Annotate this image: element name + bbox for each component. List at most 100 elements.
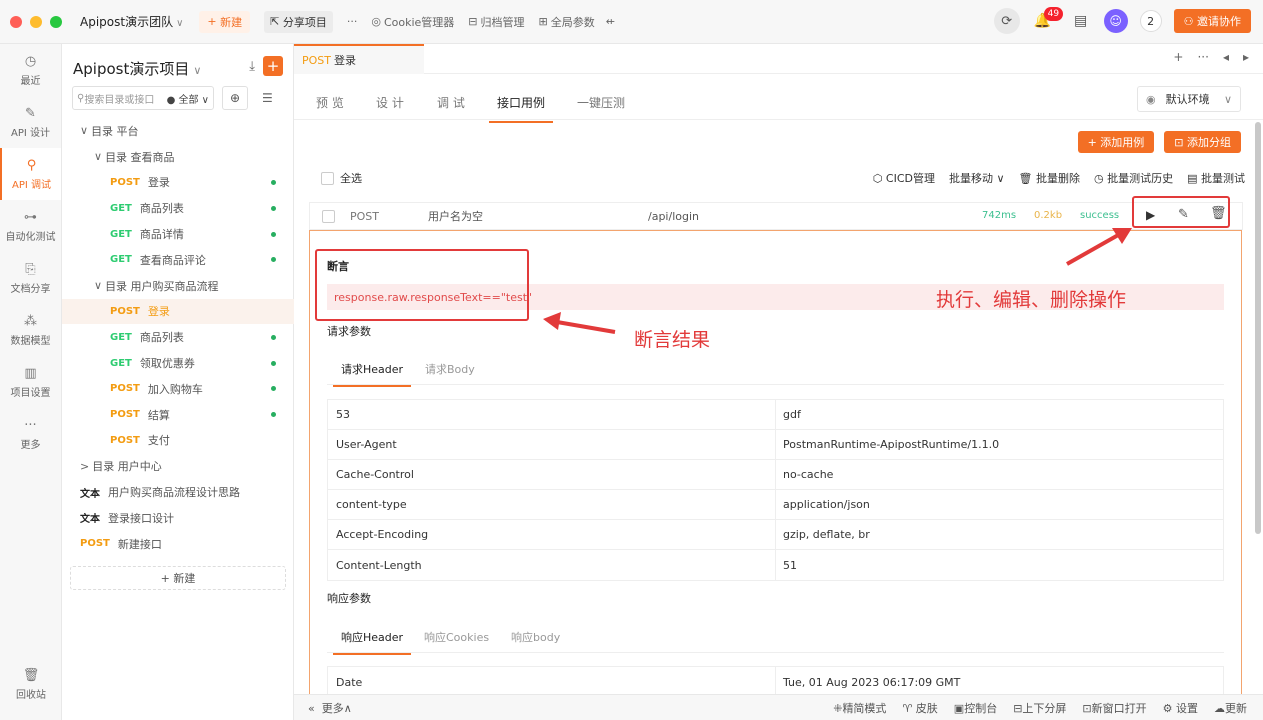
nav-api-design[interactable]: ✎ API 设计 (0, 96, 61, 148)
tab-stress-test[interactable]: 一键压测 (577, 94, 625, 111)
tree-row[interactable]: POST 加入购物车 (62, 376, 294, 402)
status-more-button[interactable]: « 更多∧ (308, 700, 352, 716)
tab-response-header[interactable]: 响应Header (332, 629, 412, 655)
chevron-down-icon: ∨ (1223, 92, 1232, 106)
add-case-button[interactable]: + 添加用例 (1077, 131, 1155, 153)
split-button[interactable]: ⊟上下分屏 (1013, 700, 1066, 716)
tree-row[interactable]: GET 查看商品评论 (62, 247, 294, 273)
more-menu-button[interactable]: ··· (347, 15, 358, 28)
nav-data-model[interactable]: ⁂ 数据模型 (0, 304, 61, 356)
member-count[interactable]: 2 (1139, 10, 1162, 32)
tree-row[interactable]: GET 商品列表 (62, 324, 294, 350)
batch-delete-button[interactable]: 🗑 批量删除 (1019, 170, 1080, 186)
main-scrollbar[interactable] (1255, 122, 1261, 534)
team-selector[interactable]: Apipost演示团队 ∨ (80, 13, 183, 30)
new-window-button[interactable]: ⊡新窗口打开 (1082, 700, 1146, 716)
chevron-down-icon[interactable]: ∨ (94, 279, 102, 292)
eye-icon: ◉ (1146, 92, 1156, 106)
nav-project-settings[interactable]: ▥ 项目设置 (0, 356, 61, 408)
tab-request-header[interactable]: 请求Header (332, 361, 412, 387)
nav-api-debug[interactable]: ⚲ API 调试 (0, 148, 61, 200)
tab-next-icon[interactable]: ▸ (1243, 50, 1249, 64)
tab-login[interactable]: POST 登录 (294, 44, 424, 74)
tree-search-input[interactable]: ⚲ 搜索目录或接口 ● 全部 ∨ (72, 86, 214, 110)
nav-more[interactable]: ··· 更多 (0, 408, 61, 460)
tree-row[interactable]: ∨ 目录 用户购买商品流程 (62, 273, 294, 299)
batch-test-button[interactable]: ▤ 批量测试 (1187, 170, 1245, 186)
tab-response-body[interactable]: 响应body (511, 629, 560, 645)
nav-auto-test[interactable]: ⊶ 自动化测试 (0, 200, 61, 252)
notification-bell-icon[interactable]: 🔔 49 (1032, 7, 1064, 29)
nav-trash[interactable]: 🗑 回收站 (0, 658, 62, 710)
tree-row[interactable]: ∨ 目录 平台 (62, 118, 294, 144)
chevron-down-icon[interactable]: ∨ (94, 150, 102, 163)
batch-history-button[interactable]: ◷ 批量测试历史 (1094, 170, 1173, 186)
project-selector[interactable]: Apipost演示项目 ∨ (73, 58, 201, 79)
tab-test-cases[interactable]: 接口用例 (488, 94, 554, 123)
locate-icon[interactable]: ⊕ (222, 86, 248, 110)
tab-design[interactable]: 设 计 (376, 94, 404, 111)
share-project-button[interactable]: ⇱ 分享项目 (264, 10, 333, 33)
tree-row[interactable]: ∨ 目录 查看商品 (62, 144, 294, 170)
tree-row[interactable]: POST 新建接口 (62, 531, 294, 557)
filter-select[interactable]: ● 全部 ∨ (167, 91, 209, 106)
maximize-window-button[interactable] (50, 15, 62, 28)
tab-preview[interactable]: 预 览 (316, 94, 344, 111)
chevron-down-icon[interactable]: ∨ (80, 124, 88, 137)
case-checkbox[interactable] (322, 209, 335, 223)
batch-move-button[interactable]: 批量移动 ∨ (949, 170, 1005, 186)
archive-button[interactable]: ⊟ 归档管理 (468, 14, 524, 30)
console-button[interactable]: ▣控制台 (954, 700, 997, 716)
cicd-button[interactable]: ⬡ CICD管理 (873, 170, 935, 186)
chevron-right-icon[interactable]: > (80, 460, 89, 473)
annotation-actions: 执行、编辑、删除操作 (936, 289, 1127, 311)
close-window-button[interactable] (10, 15, 22, 28)
nav-recent[interactable]: ◷ 最近 (0, 44, 61, 96)
sync-icon[interactable]: ⟳ (993, 8, 1020, 34)
tree-row[interactable]: GET 领取优惠券 (62, 350, 294, 376)
select-all-checkbox[interactable] (321, 171, 334, 185)
tree-row[interactable]: POST 结算 (62, 402, 294, 428)
import-icon[interactable]: ⤓ (249, 59, 255, 74)
new-button[interactable]: + 新建 (199, 10, 251, 33)
flow-icon: ⊶ (24, 209, 37, 225)
status-dot (271, 205, 276, 211)
tree-row[interactable]: GET 商品列表 (62, 195, 294, 221)
minimize-window-button[interactable] (30, 15, 42, 28)
tab-prev-icon[interactable]: ◂ (1223, 50, 1229, 64)
env-selector[interactable]: ◉ 默认环境 ∨ (1137, 86, 1241, 112)
tree-row[interactable]: POST 登录 (62, 298, 294, 325)
notification-badge: 49 (1043, 7, 1064, 21)
tab-response-cookies[interactable]: 响应Cookies (424, 629, 489, 645)
header-row: content-type application/json (328, 490, 1223, 520)
simple-mode-button[interactable]: ⁜精简模式 (833, 700, 886, 716)
update-button[interactable]: ☁更新 (1214, 700, 1247, 716)
tree-row-label: 目录 用户中心 (92, 460, 162, 474)
tab-more-icon[interactable]: ··· (1197, 50, 1208, 64)
avatar[interactable]: ☺ (1103, 9, 1128, 33)
tree-new-button[interactable]: + 新建 (70, 566, 286, 590)
cookie-manager-button[interactable]: ◎ Cookie管理器 (371, 14, 454, 30)
global-params-button[interactable]: ⊞ 全局参数 ⇷ (539, 14, 615, 30)
test-case-row[interactable]: POST 用户名为空 /api/login 742ms 0.2kb succes… (309, 202, 1243, 230)
settings-button[interactable]: ⚙ 设置 (1163, 700, 1198, 716)
add-api-button[interactable]: + (263, 56, 283, 76)
collapse-all-icon[interactable]: ☰ (262, 91, 273, 105)
tab-request-body[interactable]: 请求Body (425, 361, 475, 377)
tab-debug[interactable]: 调 试 (437, 94, 465, 111)
add-group-button[interactable]: ⊡ 添加分组 (1164, 131, 1241, 153)
tree-row[interactable]: > 目录 用户中心 (62, 453, 294, 479)
tree-row[interactable]: GET 商品详情 (62, 221, 294, 247)
message-icon[interactable]: ▤ (1070, 13, 1092, 29)
history-icon: ◷ (1094, 172, 1108, 185)
tree-row[interactable]: POST 登录 (62, 170, 294, 196)
tree-row[interactable]: POST 支付 (62, 428, 294, 454)
tree-row[interactable]: 文本 登录接口设计 (62, 505, 294, 531)
skin-button[interactable]: ♈ 皮肤 (902, 700, 937, 716)
tree-row[interactable]: 文本 用户购买商品流程设计思路 (62, 479, 294, 505)
add-tab-icon[interactable]: + (1173, 50, 1183, 64)
header-value: PostmanRuntime-ApipostRuntime/1.1.0 (783, 438, 1000, 451)
nav-doc-share[interactable]: ⎘ 文档分享 (0, 252, 61, 304)
case-name: 用户名为空 (428, 210, 483, 223)
invite-button[interactable]: ⚇ 邀请协作 (1173, 9, 1251, 33)
